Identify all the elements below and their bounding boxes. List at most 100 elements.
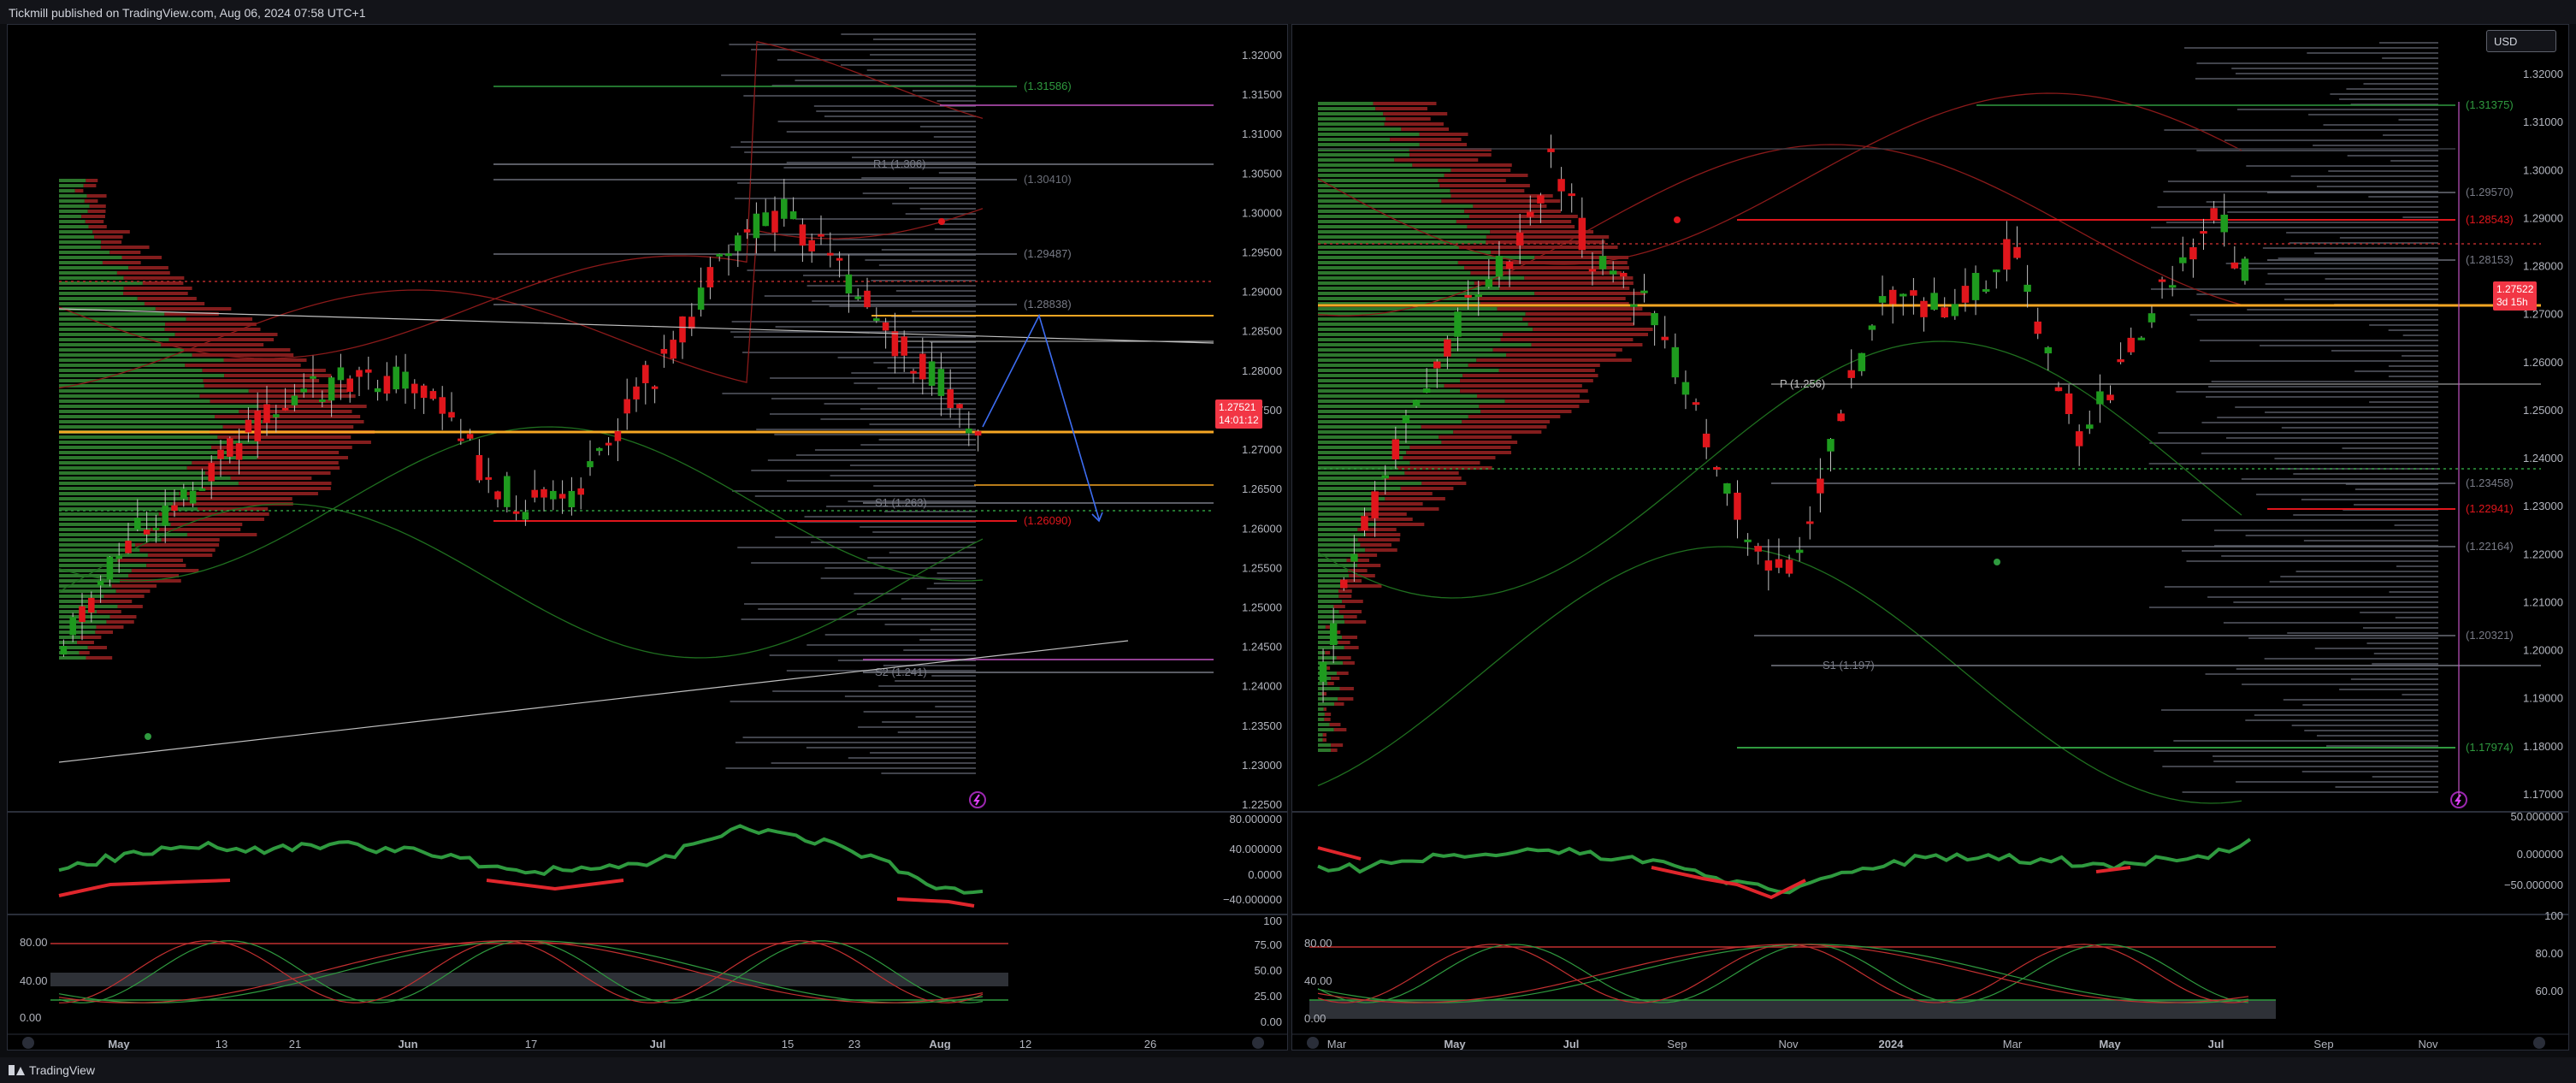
session-volume-bar (2396, 565, 2438, 567)
session-volume-bar (2224, 139, 2438, 141)
volume-profile-bar-up (1318, 651, 1326, 654)
volume-profile-bar-down (1365, 548, 1397, 552)
volume-profile-bar-down (186, 317, 253, 321)
candle-body (383, 376, 391, 394)
candle-body (227, 438, 233, 457)
volume-profile-bar-down (1384, 476, 1462, 480)
volume-profile-bar-down (1468, 415, 1561, 418)
volume-profile-bar-down (139, 548, 216, 552)
volume-profile-bar-down (74, 189, 84, 192)
session-volume-bar (2213, 530, 2438, 531)
candle-body (2168, 285, 2177, 288)
oscillator-axis-tick: 40.000000 (1230, 843, 1282, 855)
session-volume-bar (2286, 232, 2438, 234)
right-last-price: 1.27522 (2496, 283, 2534, 295)
volume-profile-bar-down (95, 630, 114, 634)
session-volume-bar (2362, 627, 2438, 629)
candle-body (2075, 431, 2083, 447)
candle-body (1754, 546, 1762, 552)
stochastic-axis-tick-right: 25.00 (1254, 990, 1282, 1003)
volume-profile-bar-down (1419, 143, 1468, 146)
candle-body (1888, 289, 1897, 305)
volume-profile-bar-down (1375, 502, 1423, 506)
session-volume-bar (2383, 134, 2438, 136)
volume-profile-bar-down (1456, 220, 1572, 223)
candle-body (97, 580, 104, 586)
volume-profile-bar-up (1318, 122, 1385, 126)
session-volume-bar (2233, 601, 2438, 603)
volume-profile-bar-up (59, 595, 104, 598)
session-volume-bar (2217, 417, 2438, 418)
session-volume-bar (2239, 268, 2438, 269)
volume-profile-bar-up (1318, 595, 1339, 598)
volume-profile-bar-down (170, 523, 243, 526)
volume-profile-bar-down (257, 456, 348, 459)
session-volume-bar (2265, 411, 2438, 413)
candle-body (356, 370, 363, 377)
right-chart-canvas[interactable]: 1.320001.310001.300001.290001.280001.270… (1292, 25, 2569, 1050)
signal-dot-red (1674, 216, 1681, 223)
volume-profile-bar-down (111, 584, 157, 588)
session-volume-bar (2307, 52, 2438, 54)
session-volume-bar (2350, 678, 2438, 680)
volume-profile-bar-up (1318, 353, 1507, 357)
volume-profile-bar-down (1409, 461, 1480, 465)
session-volume-bar (767, 459, 976, 461)
time-axis-tick: 17 (525, 1038, 537, 1050)
volume-profile-bar-down (1441, 441, 1518, 444)
left-chart-pane[interactable]: 1.32000 1.31500 1.31000 1.30500 1.30000 1.295… (7, 24, 1288, 1050)
right-chart-pane[interactable]: 1.32000 1.31000 1.30000 1.29000 1.28000 1.270… (1291, 24, 2569, 1050)
session-volume-bar (735, 742, 976, 743)
volume-profile-bar-down (109, 251, 141, 254)
volume-profile-bar-down (135, 543, 220, 547)
session-volume-bar (2360, 612, 2438, 613)
currency-select[interactable]: USD (2486, 30, 2556, 52)
session-volume-bar (912, 90, 976, 92)
volume-profile-bar-up (1318, 600, 1343, 603)
candle-body (743, 229, 751, 233)
session-volume-bar (2314, 648, 2438, 649)
volume-profile-bar-up (1318, 107, 1376, 110)
session-volume-bar (2398, 119, 2438, 121)
session-volume-bar (2388, 329, 2438, 331)
session-volume-bar (2328, 170, 2438, 172)
volume-profile-bar-up (59, 225, 89, 228)
price-axis-tick: 1.24000 (2523, 452, 2563, 465)
session-volume-bar (2339, 98, 2438, 100)
time-axis-tick: Mar (2003, 1038, 2023, 1050)
candle-body (1495, 256, 1504, 277)
price-axis-tick: 1.26500 (1242, 482, 1282, 495)
candle-body (420, 385, 428, 399)
candle-body (1900, 293, 1907, 297)
volume-profile-bar-down (1357, 538, 1400, 542)
session-volume-bar (756, 429, 976, 430)
tradingview-logo[interactable]: TradingView (9, 1063, 95, 1077)
volume-profile-bar-up (1318, 518, 1367, 521)
volume-profile-bar-up (59, 271, 117, 275)
volume-profile-bar-up (1318, 210, 1465, 213)
price-axis-tick: 1.20000 (2523, 644, 2563, 657)
time-axis-tick: Sep (1667, 1038, 1687, 1050)
left-chart-canvas[interactable]: 1.32000 1.31500 1.31000 1.30500 1.30000 1.295… (8, 25, 1288, 1050)
session-volume-bar (2231, 68, 2438, 69)
volume-profile-bar-up (59, 323, 166, 326)
volume-profile-bar-down (80, 636, 102, 639)
session-volume-bar (804, 516, 976, 518)
volume-profile-bar-up (1318, 502, 1376, 506)
session-volume-bar (840, 64, 976, 66)
volume-profile-bar-down (1343, 661, 1355, 665)
candle-body (115, 555, 122, 559)
session-volume-bar (2196, 293, 2438, 295)
volume-profile-bar-up (59, 348, 185, 352)
momentum-oscillator-line (1317, 837, 2252, 895)
volume-profile-bar-up (1318, 405, 1480, 408)
volume-profile-bar-up (1318, 215, 1469, 218)
volume-profile-bar-up (1318, 292, 1535, 295)
volume-profile-bar-down (1376, 523, 1425, 526)
session-volume-bar (774, 434, 976, 435)
volume-profile-bar-up (1318, 697, 1338, 701)
volume-profile-bar-down (1363, 512, 1407, 516)
volume-profile-bar-down (1522, 317, 1632, 321)
volume-profile-bar-up (59, 553, 148, 557)
session-volume-bar (775, 536, 976, 538)
